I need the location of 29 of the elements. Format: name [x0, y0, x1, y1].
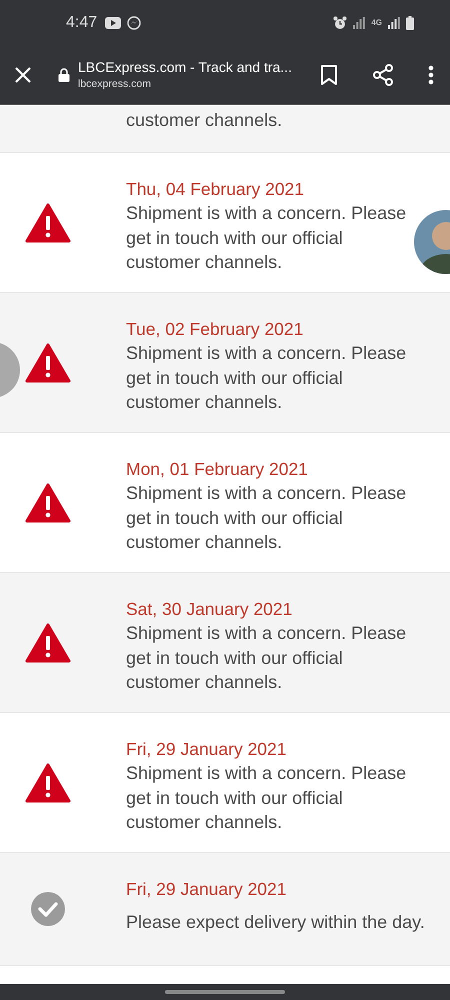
status-message: Shipment is with a concern. Please get in touch with our official customer channels.	[126, 622, 408, 694]
status-message: customer channels.	[126, 109, 282, 132]
page-url: lbcexpress.com	[78, 78, 152, 90]
status-message: Shipment is with a concern. Please get in touch with our official customer channels.	[126, 342, 408, 414]
status-message: Shipment is with a concern. Please get in touch with our official customer channels.	[126, 762, 408, 834]
network-type: 4G	[371, 18, 382, 27]
share-icon	[372, 64, 394, 86]
bookmark-icon	[320, 64, 338, 86]
video-app-icon	[105, 16, 122, 28]
status-date: Fri, 29 January 2021	[126, 738, 288, 761]
status-date: Thu, 04 February 2021	[126, 178, 306, 201]
home-handle[interactable]	[165, 990, 285, 994]
chat-bubble-icon	[127, 16, 142, 30]
status-date: Fri, 29 January 2021	[126, 878, 288, 901]
close-icon	[14, 66, 32, 84]
status-message: Shipment is with a concern. Please get in touch with our official customer channels.	[126, 482, 408, 554]
clock: 4:47	[66, 14, 98, 32]
menu-icon	[428, 64, 434, 84]
page-title: LBCExpress.com - Track and tra...	[78, 59, 293, 75]
lock-icon	[58, 68, 70, 82]
alarm-icon	[333, 16, 348, 30]
status-date: Tue, 02 February 2021	[126, 318, 304, 341]
status-message: Please expect delivery within the day.	[126, 911, 425, 934]
status-date: Sat, 30 January 2021	[126, 598, 294, 621]
signal-icon	[388, 16, 400, 28]
battery-icon	[406, 16, 414, 30]
signal-icon	[353, 16, 366, 28]
status-date: Mon, 01 February 2021	[126, 458, 309, 481]
status-message: Shipment is with a concern. Please get in touch with our official customer channels.	[126, 202, 408, 274]
